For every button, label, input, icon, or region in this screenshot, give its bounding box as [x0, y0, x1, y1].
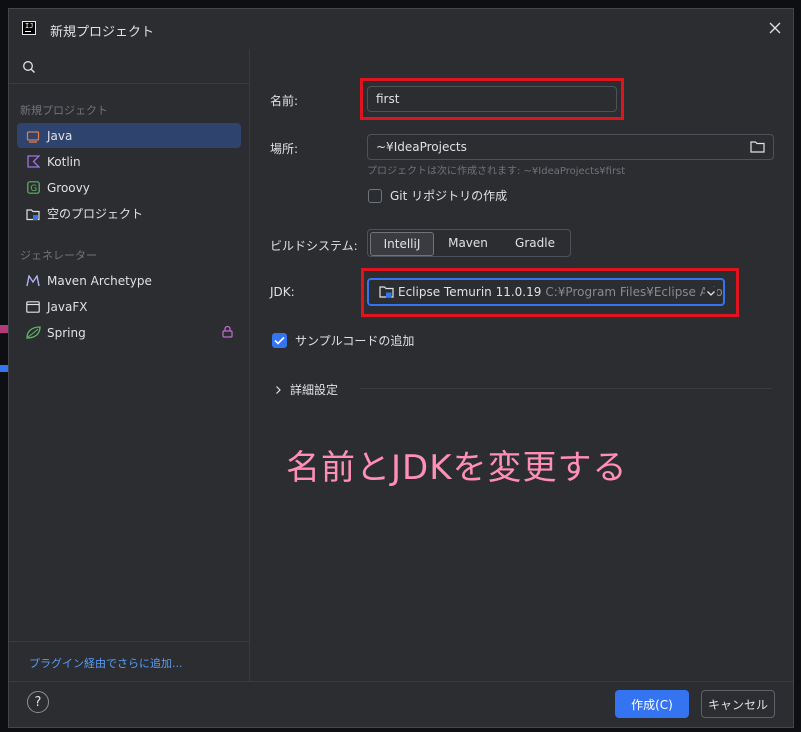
dialog-button-bar: ? 作成(C) キャンセル: [9, 681, 793, 727]
svg-text:G: G: [30, 184, 37, 194]
advanced-settings-label: 詳細設定: [290, 383, 339, 397]
create-button[interactable]: 作成(C): [615, 690, 689, 718]
sidebar-item-spring[interactable]: Spring: [17, 320, 241, 345]
sidebar-item-label: Maven Archetype: [47, 273, 152, 288]
intellij-logo-icon: IJ: [22, 21, 36, 35]
git-repo-checkbox-row[interactable]: Git リポジトリの作成: [368, 187, 507, 204]
sidebar-item-label: Spring: [47, 325, 86, 340]
groovy-icon: G: [25, 180, 41, 196]
chevron-right-icon: [276, 385, 281, 394]
checkmark-icon: [274, 336, 285, 345]
kotlin-icon: [25, 154, 41, 170]
sidebar-footer: プラグイン経由でさらに追加...: [9, 641, 249, 681]
name-highlight-box: [360, 78, 624, 120]
build-option-gradle[interactable]: Gradle: [502, 232, 568, 254]
advanced-settings-toggle[interactable]: 詳細設定: [272, 381, 338, 398]
sidebar-item-groovy[interactable]: G Groovy: [17, 175, 241, 200]
location-label: 場所:: [270, 142, 299, 156]
name-label: 名前:: [270, 94, 299, 108]
project-settings-panel: 名前: first 場所: ~¥IdeaProjects プロジェクトは次に作成…: [250, 49, 793, 681]
git-repo-checkbox[interactable]: [368, 188, 382, 203]
spring-icon: [25, 325, 41, 341]
java-icon: [25, 128, 41, 144]
jdk-highlight-box: [361, 268, 739, 317]
sidebar-item-kotlin[interactable]: Kotlin: [17, 149, 241, 174]
sidebar-search[interactable]: [9, 49, 249, 84]
location-value: ~¥IdeaProjects: [376, 140, 467, 154]
cancel-button[interactable]: キャンセル: [701, 690, 775, 718]
sidebar-item-label: Kotlin: [47, 154, 81, 169]
search-icon[interactable]: [22, 60, 36, 74]
sidebar-item-label: Groovy: [47, 180, 90, 195]
help-button[interactable]: ?: [27, 691, 49, 713]
new-project-dialog: IJ 新規プロジェクト 新規プロジェクト Java Kotlin G Groov…: [8, 8, 794, 728]
project-type-sidebar: 新規プロジェクト Java Kotlin G Groovy 空のプロジェクト ジ…: [9, 49, 250, 681]
close-icon: [769, 22, 781, 34]
close-button[interactable]: [765, 18, 785, 38]
location-field[interactable]: ~¥IdeaProjects: [367, 134, 774, 160]
sidebar-item-label: JavaFX: [47, 299, 88, 314]
title-bar: IJ 新規プロジェクト: [9, 9, 793, 49]
sidebar-item-javafx[interactable]: JavaFX: [17, 294, 241, 319]
section-header-generators: ジェネレーター: [20, 249, 97, 262]
location-hint: プロジェクトは次に作成されます: ~¥IdeaProjects¥first: [367, 166, 626, 177]
sidebar-item-java[interactable]: Java: [17, 123, 241, 148]
folder-browse-icon[interactable]: [750, 140, 765, 153]
desktop-background-edge: [0, 325, 8, 333]
sidebar-item-label: 空のプロジェクト: [47, 207, 144, 221]
lock-icon: [222, 325, 233, 338]
build-option-maven[interactable]: Maven: [434, 232, 502, 254]
sidebar-item-label: Java: [47, 128, 73, 143]
build-system-selector: IntelliJ Maven Gradle: [367, 229, 571, 257]
build-system-label: ビルドシステム:: [270, 239, 358, 253]
build-option-intellij[interactable]: IntelliJ: [370, 232, 434, 256]
maven-icon: [25, 273, 41, 289]
advanced-settings-divider: [360, 388, 772, 389]
git-repo-label: Git リポジトリの作成: [390, 189, 508, 203]
javafx-icon: [25, 299, 41, 315]
jdk-label: JDK:: [270, 285, 295, 299]
annotation-text: 名前とJDKを変更する: [286, 448, 628, 488]
sample-code-label: サンプルコードの追加: [295, 334, 415, 348]
section-header-new-project: 新規プロジェクト: [20, 104, 108, 117]
sidebar-item-empty-project[interactable]: 空のプロジェクト: [17, 201, 241, 226]
sample-code-checkbox[interactable]: [272, 333, 287, 348]
desktop-background-edge: [0, 365, 8, 372]
more-via-plugins-link[interactable]: プラグイン経由でさらに追加...: [29, 655, 183, 671]
empty-project-icon: [25, 206, 41, 222]
sample-code-checkbox-row[interactable]: サンプルコードの追加: [272, 332, 414, 349]
dialog-title: 新規プロジェクト: [50, 25, 155, 40]
sidebar-item-maven-archetype[interactable]: Maven Archetype: [17, 268, 241, 293]
